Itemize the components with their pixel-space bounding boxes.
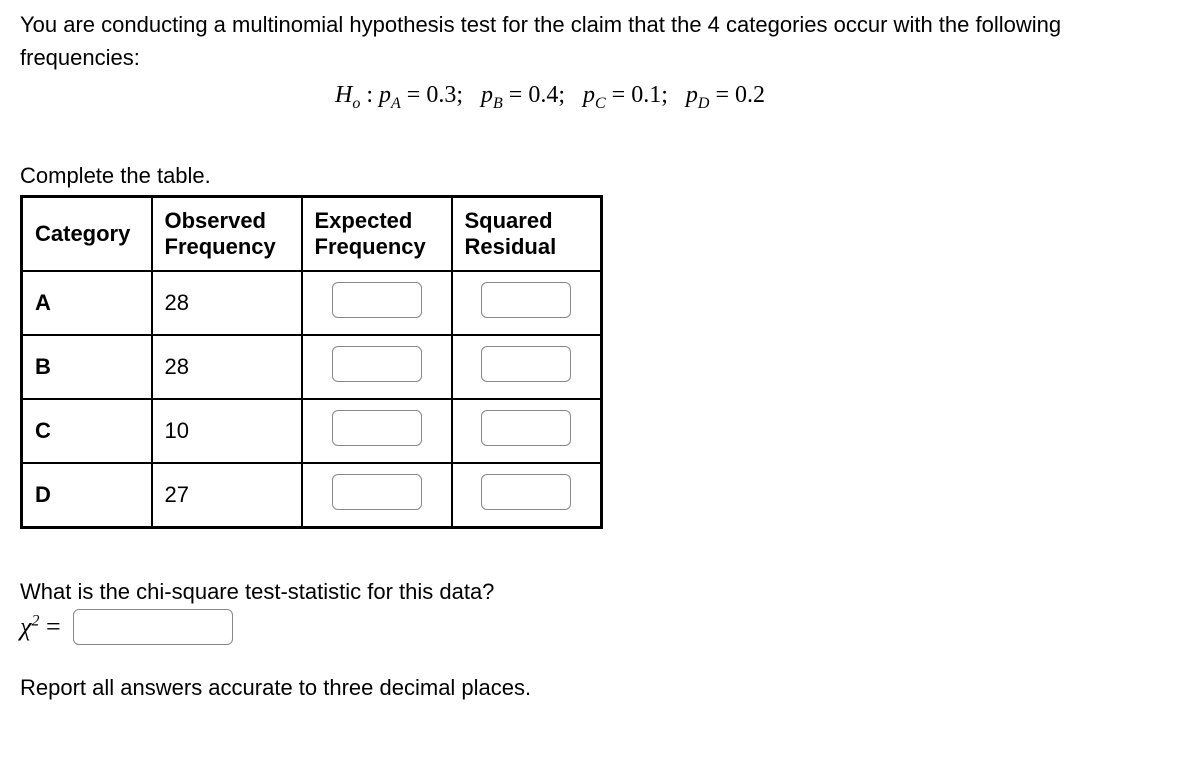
- equals-2: =: [509, 82, 529, 108]
- pB-value: 0.4: [528, 82, 558, 108]
- table-row: C 10: [22, 399, 602, 463]
- expected-A-input[interactable]: [332, 282, 422, 318]
- pC-symbol: p: [583, 82, 595, 108]
- equals-1: =: [407, 82, 427, 108]
- category-B: B: [22, 335, 152, 399]
- pB-subscript: B: [493, 95, 503, 112]
- equals-3: =: [612, 82, 632, 108]
- table-row: A 28: [22, 271, 602, 335]
- table-header-row: Category ObservedFrequency ExpectedFrequ…: [22, 196, 602, 271]
- pA-symbol: p: [379, 82, 391, 108]
- header-expected: ExpectedFrequency: [302, 196, 452, 271]
- chi-char: χ: [20, 612, 31, 641]
- equals-4: =: [715, 82, 735, 108]
- chi-square-question: What is the chi-square test-statistic fo…: [20, 579, 1180, 605]
- pB-symbol: p: [481, 82, 493, 108]
- sep-1: ;: [456, 82, 475, 108]
- sep-3: ;: [661, 82, 680, 108]
- chi-symbol: χ2 =: [20, 612, 61, 642]
- intro-text: You are conducting a multinomial hypothe…: [20, 8, 1180, 74]
- frequency-table: Category ObservedFrequency ExpectedFrequ…: [20, 195, 603, 529]
- chi-square-row: χ2 =: [20, 609, 1180, 645]
- expected-D-input[interactable]: [332, 474, 422, 510]
- pA-value: 0.3: [426, 82, 456, 108]
- residual-B-input[interactable]: [481, 346, 571, 382]
- chi-superscript: 2: [31, 612, 39, 629]
- header-category: Category: [22, 196, 152, 271]
- observed-B: 28: [152, 335, 302, 399]
- chi-square-input[interactable]: [73, 609, 233, 645]
- expected-C-input[interactable]: [332, 410, 422, 446]
- null-hypothesis: Ho : pA = 0.3; pB = 0.4; pC = 0.1; pD = …: [0, 82, 1180, 113]
- observed-C: 10: [152, 399, 302, 463]
- pA-subscript: A: [391, 95, 401, 112]
- residual-A-input[interactable]: [481, 282, 571, 318]
- chi-equals: =: [46, 612, 61, 641]
- h-subscript: o: [352, 95, 360, 112]
- pD-subscript: D: [698, 95, 710, 112]
- sep-2: ;: [558, 82, 577, 108]
- colon: :: [366, 82, 379, 108]
- expected-B-input[interactable]: [332, 346, 422, 382]
- residual-D-input[interactable]: [481, 474, 571, 510]
- pD-symbol: p: [686, 82, 698, 108]
- h-symbol: H: [335, 82, 352, 108]
- header-residual: SquaredResidual: [452, 196, 602, 271]
- complete-table-label: Complete the table.: [20, 163, 1180, 189]
- report-note: Report all answers accurate to three dec…: [20, 675, 1180, 701]
- pD-value: 0.2: [735, 82, 765, 108]
- pC-value: 0.1: [631, 82, 661, 108]
- category-C: C: [22, 399, 152, 463]
- table-row: D 27: [22, 463, 602, 528]
- category-A: A: [22, 271, 152, 335]
- observed-A: 28: [152, 271, 302, 335]
- residual-C-input[interactable]: [481, 410, 571, 446]
- table-row: B 28: [22, 335, 602, 399]
- header-observed: ObservedFrequency: [152, 196, 302, 271]
- category-D: D: [22, 463, 152, 528]
- pC-subscript: C: [595, 95, 606, 112]
- observed-D: 27: [152, 463, 302, 528]
